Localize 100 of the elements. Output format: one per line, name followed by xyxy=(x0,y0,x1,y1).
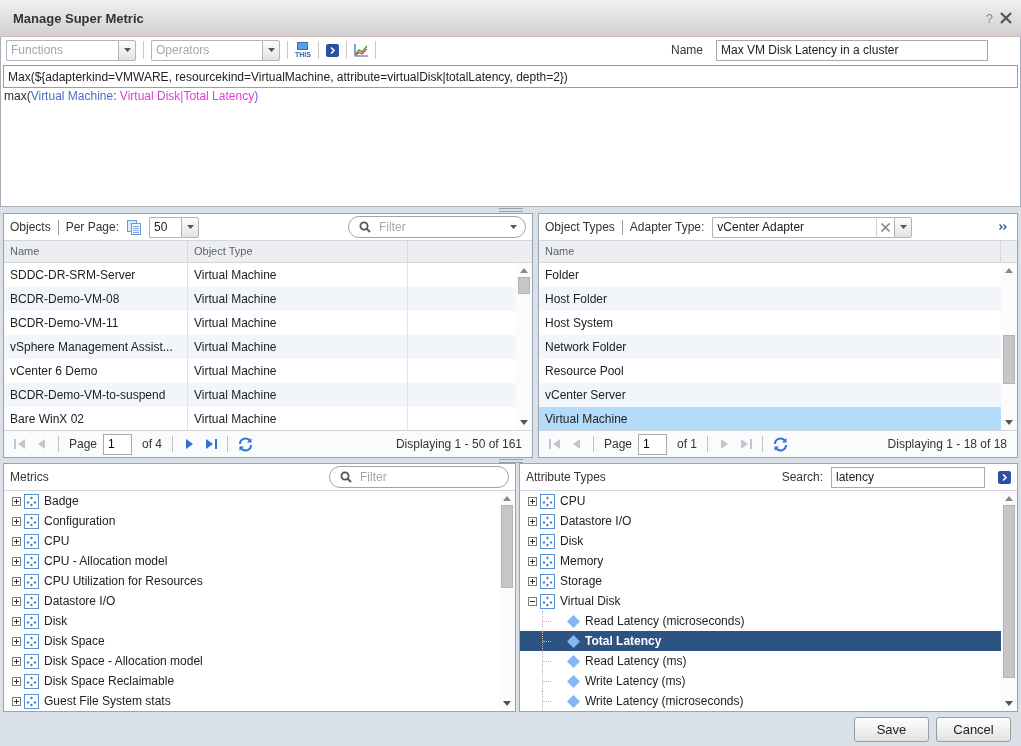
scroll-up-icon[interactable] xyxy=(1005,496,1013,501)
close-icon[interactable] xyxy=(1000,12,1012,24)
expand-icon[interactable] xyxy=(528,516,537,526)
expand-icon[interactable] xyxy=(12,696,21,706)
scrollbar-thumb[interactable] xyxy=(501,505,513,588)
page-field[interactable]: 1 xyxy=(638,433,668,455)
expand-icon[interactable] xyxy=(528,556,537,566)
tree-item[interactable]: CPU xyxy=(4,531,499,551)
expand-icon[interactable] xyxy=(528,496,537,506)
tree-item[interactable]: Write Latency (microseconds) xyxy=(520,691,1001,711)
table-row[interactable]: BCDR-Demo-VM-08 Virtual Machine xyxy=(4,287,516,311)
clear-icon[interactable] xyxy=(881,222,891,232)
tree-item[interactable]: Disk Space Reclaimable xyxy=(4,671,499,691)
filter-box[interactable]: Filter xyxy=(348,216,526,238)
scrollbar-track[interactable] xyxy=(516,263,532,430)
page-field[interactable]: 1 xyxy=(103,433,133,455)
expand-icon[interactable] xyxy=(12,656,21,666)
chevron-right-icon[interactable] xyxy=(325,43,339,57)
dropdown-button[interactable] xyxy=(181,216,200,238)
double-chevron-icon[interactable] xyxy=(999,224,1007,230)
dropdown-button[interactable] xyxy=(118,39,136,61)
clear-button[interactable] xyxy=(876,216,895,238)
expand-icon[interactable] xyxy=(12,596,21,606)
tree-item[interactable]: Disk Space xyxy=(4,631,499,651)
expand-icon[interactable] xyxy=(12,616,21,626)
tree-item[interactable]: Disk xyxy=(4,611,499,631)
filter-box[interactable]: Filter xyxy=(329,466,509,488)
refresh-icon[interactable] xyxy=(773,436,789,452)
expand-icon[interactable] xyxy=(12,576,21,586)
filter-field[interactable]: Filter xyxy=(379,219,502,235)
tree-item[interactable]: Datastore I/O xyxy=(520,511,1001,531)
collapse-icon[interactable] xyxy=(528,596,537,606)
expand-icon[interactable] xyxy=(12,536,21,546)
group-icon xyxy=(24,573,39,589)
expand-icon[interactable] xyxy=(528,576,537,586)
table-row[interactable]: vCenter Server xyxy=(539,383,1001,407)
operators-dropdown[interactable]: Operators xyxy=(151,39,262,61)
expand-icon[interactable] xyxy=(528,536,537,546)
scroll-up-icon[interactable] xyxy=(503,496,511,501)
tree-item[interactable]: Configuration xyxy=(4,511,499,531)
name-field[interactable]: Max VM Disk Latency in a cluster xyxy=(716,39,988,61)
tree-item[interactable]: Badge xyxy=(4,491,499,511)
refresh-icon[interactable] xyxy=(238,436,254,452)
scroll-down-icon[interactable] xyxy=(1005,420,1013,425)
scroll-up-icon[interactable] xyxy=(520,268,528,273)
tree-item[interactable]: CPU xyxy=(520,491,1001,511)
expand-icon[interactable] xyxy=(12,516,21,526)
expand-icon[interactable] xyxy=(12,556,21,566)
dropdown-button[interactable] xyxy=(262,39,280,61)
table-row[interactable]: Host Folder xyxy=(539,287,1001,311)
chevron-right-icon[interactable] xyxy=(998,470,1011,484)
group-icon xyxy=(24,513,39,529)
column-header[interactable]: Name xyxy=(539,241,1001,262)
expand-icon[interactable] xyxy=(12,676,21,686)
formula-field[interactable]: Max(${adapterkind=VMWARE, resourcekind=VirtualMachine, attribute=virtualDisk|totalLatency, depth=2}) xyxy=(3,65,1018,88)
filter-field[interactable]: Filter xyxy=(360,469,500,485)
tree-item[interactable]: Storage xyxy=(520,571,1001,591)
tree-item[interactable]: Memory xyxy=(520,551,1001,571)
table-row[interactable]: Virtual Machine xyxy=(539,407,1001,430)
scroll-down-icon[interactable] xyxy=(1005,701,1013,706)
grip-icon[interactable] xyxy=(498,458,523,463)
per-page-dropdown[interactable]: 50 xyxy=(149,216,182,238)
table-row[interactable]: BCDR-Demo-VM-to-suspend Virtual Machine xyxy=(4,383,516,407)
diamond-icon xyxy=(567,674,580,688)
scrollbar-thumb[interactable] xyxy=(1003,505,1015,678)
column-header[interactable]: Object Type xyxy=(188,241,408,262)
scrollbar-thumb[interactable] xyxy=(1003,335,1015,384)
line-chart-icon[interactable] xyxy=(353,43,368,57)
dialog-button[interactable]: Save xyxy=(854,716,929,742)
scroll-down-icon[interactable] xyxy=(503,701,511,706)
tree-item[interactable]: Write Latency (ms) xyxy=(520,671,1001,691)
dropdown-button[interactable] xyxy=(894,216,913,238)
scroll-down-icon[interactable] xyxy=(520,420,528,425)
adapter-type-dropdown[interactable]: vCenter Adapter xyxy=(712,216,877,238)
expand-icon[interactable] xyxy=(12,496,21,506)
tree-item[interactable]: Virtual Disk xyxy=(520,591,1001,611)
table-row[interactable]: vSphere Management Assist... Virtual Machine xyxy=(4,335,516,359)
tree-item[interactable]: Read Latency (ms) xyxy=(520,651,1001,671)
tree-item[interactable]: CPU Utilization for Resources xyxy=(4,571,499,591)
dialog-button[interactable]: Cancel xyxy=(936,716,1011,742)
tree-item[interactable]: Disk Space - Allocation model xyxy=(4,651,499,671)
group-icon xyxy=(540,493,555,509)
functions-dropdown[interactable]: Functions xyxy=(6,39,118,61)
scrollbar-track[interactable] xyxy=(499,491,515,711)
group-icon xyxy=(24,613,39,629)
table-row[interactable]: Network Folder xyxy=(539,335,1001,359)
scrollbar-track[interactable] xyxy=(1001,491,1017,711)
grip-icon[interactable] xyxy=(498,208,523,212)
tree-item[interactable]: Disk xyxy=(520,531,1001,551)
tree-item[interactable]: CPU - Allocation model xyxy=(4,551,499,571)
scroll-up-icon[interactable] xyxy=(1005,268,1013,273)
expand-icon[interactable] xyxy=(12,636,21,646)
last-page-icon[interactable] xyxy=(205,438,218,450)
search-field[interactable]: latency xyxy=(831,466,985,488)
tree-item[interactable]: Datastore I/O xyxy=(4,591,499,611)
tree-item[interactable]: Total Latency xyxy=(520,631,1001,651)
tree-item[interactable]: Guest File System stats xyxy=(4,691,499,711)
column-header[interactable]: Name xyxy=(4,241,188,262)
scrollbar-track[interactable] xyxy=(1001,263,1017,430)
scrollbar-thumb[interactable] xyxy=(518,277,530,294)
